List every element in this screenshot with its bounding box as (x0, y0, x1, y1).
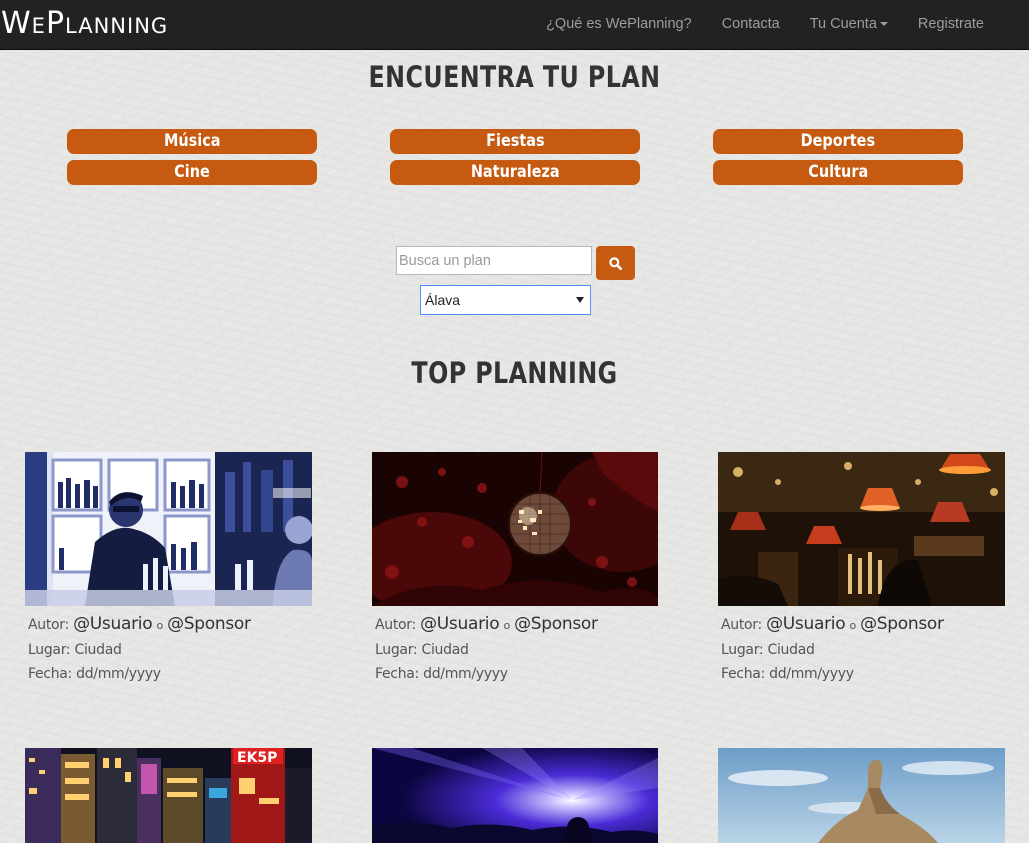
dropdown-arrow-icon (576, 297, 584, 303)
category-button-cultura[interactable]: Cultura (713, 160, 963, 185)
plan-image-rock[interactable] (718, 748, 1005, 843)
author-label: Autor: (721, 617, 762, 633)
author-or: o (503, 619, 510, 632)
category-label: Cine (174, 162, 210, 182)
search-icon (609, 257, 622, 270)
city-sign-text: EK5P (237, 750, 277, 766)
brand-letter: W (1, 6, 32, 41)
category-button-musica[interactable]: Música (67, 129, 317, 154)
plan-image-concert[interactable] (372, 748, 658, 843)
plan-author: Autor: @Usuario o @Sponsor (375, 612, 659, 638)
author-user-link[interactable]: @Usuario (73, 614, 153, 634)
plan-place: Lugar: Ciudad (28, 642, 122, 658)
province-select[interactable]: Álava (420, 285, 591, 315)
plan-meta: Autor: @Usuario o @Sponsor Lugar: Ciudad… (372, 612, 659, 686)
category-label: Fiestas (485, 131, 545, 151)
nav-link-account-dropdown[interactable]: Tu Cuenta (795, 0, 903, 49)
province-selected-value: Álava (425, 292, 461, 308)
nav-link-contact[interactable]: Contacta (707, 0, 795, 49)
caret-down-icon (879, 22, 888, 27)
nav-links: ¿Qué es WePlanning? Contacta Tu Cuenta R… (531, 0, 999, 49)
plan-meta: Autor: @Usuario o @Sponsor Lugar: Ciudad… (718, 612, 1005, 686)
brand-letter: P (45, 6, 66, 41)
plan-image-city[interactable]: EK5P (25, 748, 312, 843)
plan-author: Autor: @Usuario o @Sponsor (28, 612, 312, 638)
category-label: Cultura (808, 162, 868, 182)
author-sponsor-link[interactable]: @Sponsor (514, 614, 598, 634)
plan-date: Fecha: dd/mm/yyyy (28, 666, 161, 682)
find-plan-heading: ENCUENTRA TU PLAN (368, 60, 661, 94)
author-user-link[interactable]: @Usuario (766, 614, 846, 634)
plan-image-bartender[interactable] (25, 452, 312, 606)
plan-author: Autor: @Usuario o @Sponsor (721, 612, 1005, 638)
plan-place: Lugar: Ciudad (375, 642, 469, 658)
nav-link-register[interactable]: Registrate (903, 0, 999, 49)
plan-card[interactable]: Autor: @Usuario o @Sponsor Lugar: Ciudad… (718, 452, 1005, 686)
plan-card[interactable]: Autor: @Usuario o @Sponsor Lugar: Ciudad… (25, 452, 312, 686)
author-label: Autor: (375, 617, 416, 633)
plan-image-lamps[interactable] (718, 452, 1005, 606)
top-navbar: WEPLANNING ¿Qué es WePlanning? Contacta … (0, 0, 1029, 50)
author-sponsor-link[interactable]: @Sponsor (167, 614, 251, 634)
plan-card[interactable] (718, 748, 1005, 843)
nav-link-account-label: Tu Cuenta (809, 16, 877, 32)
plan-card[interactable]: EK5P (25, 748, 312, 843)
plan-meta: Autor: @Usuario o @Sponsor Lugar: Ciudad… (25, 612, 312, 686)
category-button-fiestas[interactable]: Fiestas (390, 129, 640, 154)
plan-date: Fecha: dd/mm/yyyy (721, 666, 854, 682)
category-button-deportes[interactable]: Deportes (713, 129, 963, 154)
search-input[interactable] (396, 246, 592, 275)
plan-place: Lugar: Ciudad (721, 642, 815, 658)
author-or: o (156, 619, 163, 632)
brand-logo[interactable]: WEPLANNING (1, 7, 168, 45)
plan-date: Fecha: dd/mm/yyyy (375, 666, 508, 682)
category-button-naturaleza[interactable]: Naturaleza (390, 160, 640, 185)
author-or: o (849, 619, 856, 632)
author-user-link[interactable]: @Usuario (420, 614, 500, 634)
search-button[interactable] (596, 246, 635, 280)
plan-image-disco[interactable] (372, 452, 659, 606)
category-button-cine[interactable]: Cine (67, 160, 317, 185)
top-planning-heading: TOP PLANNING (411, 356, 618, 390)
brand-letter: LANNING (65, 14, 169, 38)
category-label: Música (163, 131, 221, 151)
category-label: Deportes (800, 131, 876, 151)
category-label: Naturaleza (470, 162, 560, 182)
brand-letter: E (31, 14, 46, 38)
author-sponsor-link[interactable]: @Sponsor (860, 614, 944, 634)
plan-card[interactable]: Autor: @Usuario o @Sponsor Lugar: Ciudad… (372, 452, 659, 686)
plan-card[interactable] (372, 748, 659, 843)
nav-link-about[interactable]: ¿Qué es WePlanning? (531, 0, 707, 49)
author-label: Autor: (28, 617, 69, 633)
